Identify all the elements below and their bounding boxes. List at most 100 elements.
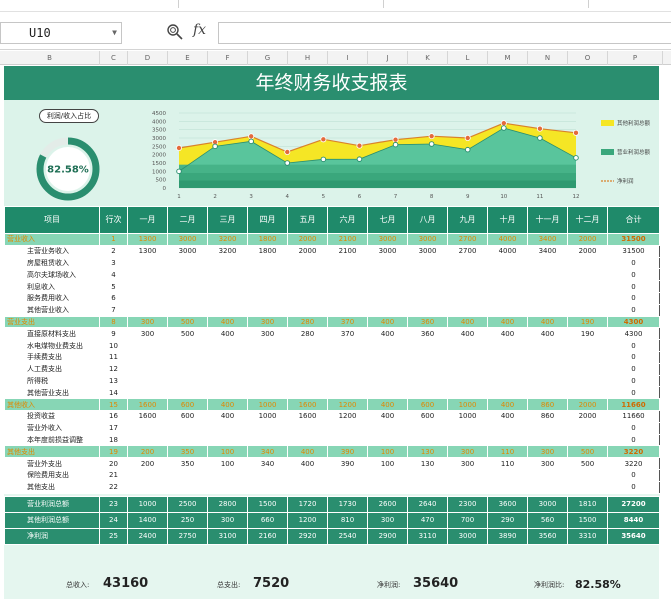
month-value[interactable] [527, 268, 568, 282]
month-value[interactable] [207, 374, 248, 388]
month-value[interactable] [287, 291, 328, 305]
month-value[interactable] [287, 468, 328, 482]
row-total[interactable]: 4300 [607, 327, 660, 341]
month-value[interactable] [247, 268, 288, 282]
month-value[interactable]: 100 [367, 457, 408, 470]
month-value[interactable]: 1000 [447, 409, 488, 423]
month-value[interactable] [567, 350, 608, 364]
row-number[interactable]: 16 [99, 409, 128, 423]
row-number[interactable]: 4 [99, 268, 128, 282]
month-value[interactable] [367, 374, 408, 388]
month-value[interactable]: 110 [487, 445, 528, 459]
month-value[interactable]: 600 [407, 409, 448, 423]
row-label[interactable]: 人工费支出 [4, 362, 100, 376]
month-value[interactable] [287, 386, 328, 400]
month-value[interactable] [287, 374, 328, 388]
month-value[interactable] [327, 362, 368, 376]
month-value[interactable] [447, 421, 488, 435]
month-value[interactable] [407, 386, 448, 400]
month-value[interactable] [207, 433, 248, 447]
row-label[interactable]: 营业外支出 [4, 457, 100, 470]
month-value[interactable] [207, 303, 248, 317]
month-value[interactable]: 2700 [447, 233, 488, 246]
month-value[interactable] [407, 468, 448, 482]
month-value[interactable] [527, 468, 568, 482]
month-value[interactable]: 3000 [447, 527, 488, 545]
row-label[interactable]: 主营业务收入 [4, 244, 100, 258]
row-label[interactable]: 其他营业支出 [4, 386, 100, 400]
month-value[interactable]: 390 [327, 445, 368, 459]
month-value[interactable] [527, 433, 568, 447]
month-value[interactable]: 300 [367, 511, 408, 529]
month-value[interactable]: 2920 [287, 527, 328, 545]
month-value[interactable] [527, 480, 568, 494]
month-value[interactable] [367, 268, 408, 282]
column-header-f[interactable]: F [208, 51, 248, 65]
month-value[interactable] [487, 291, 528, 305]
row-total[interactable]: 0 [607, 480, 660, 494]
month-value[interactable]: 600 [167, 409, 208, 423]
month-value[interactable] [247, 362, 288, 376]
month-value[interactable] [487, 268, 528, 282]
month-value[interactable]: 300 [527, 445, 568, 459]
row-number[interactable]: 18 [99, 433, 128, 447]
month-value[interactable]: 1000 [247, 398, 288, 411]
row-total[interactable]: 8440 [607, 511, 660, 529]
month-value[interactable]: 400 [447, 327, 488, 341]
month-value[interactable] [527, 374, 568, 388]
month-value[interactable] [207, 280, 248, 293]
row-number[interactable]: 2 [99, 244, 128, 258]
month-value[interactable] [407, 350, 448, 364]
month-value[interactable]: 1200 [287, 511, 328, 529]
month-value[interactable]: 400 [487, 409, 528, 423]
month-value[interactable] [207, 421, 248, 435]
row-label[interactable]: 投资收益 [4, 409, 100, 423]
zoom-icon[interactable] [166, 23, 184, 41]
month-value[interactable]: 4000 [487, 233, 528, 246]
month-value[interactable] [527, 339, 568, 352]
month-value[interactable]: 2700 [447, 244, 488, 258]
month-value[interactable]: 300 [527, 457, 568, 470]
month-value[interactable]: 3400 [527, 233, 568, 246]
month-value[interactable]: 1730 [327, 495, 368, 513]
insert-function-icon[interactable]: fx [193, 22, 206, 38]
row-total[interactable]: 31500 [607, 244, 660, 258]
month-value[interactable] [407, 303, 448, 317]
month-value[interactable]: 1800 [247, 244, 288, 258]
month-value[interactable] [447, 350, 488, 364]
month-value[interactable]: 400 [207, 327, 248, 341]
month-value[interactable]: 400 [487, 398, 528, 411]
month-value[interactable]: 3000 [167, 233, 208, 246]
month-value[interactable] [167, 291, 208, 305]
row-total[interactable]: 11660 [607, 398, 660, 411]
month-value[interactable]: 2000 [567, 409, 608, 423]
month-value[interactable] [447, 291, 488, 305]
month-value[interactable] [167, 339, 208, 352]
month-value[interactable]: 2400 [127, 527, 168, 545]
month-value[interactable] [207, 386, 248, 400]
month-value[interactable] [287, 303, 328, 317]
month-value[interactable] [207, 480, 248, 494]
row-total[interactable]: 27200 [607, 495, 660, 513]
month-value[interactable] [527, 386, 568, 400]
month-value[interactable] [567, 280, 608, 293]
month-value[interactable] [447, 303, 488, 317]
month-value[interactable] [247, 280, 288, 293]
month-value[interactable] [207, 468, 248, 482]
month-value[interactable]: 100 [207, 445, 248, 459]
month-value[interactable] [447, 386, 488, 400]
month-value[interactable]: 400 [527, 327, 568, 341]
month-value[interactable] [327, 386, 368, 400]
month-value[interactable]: 300 [127, 327, 168, 341]
month-value[interactable]: 2000 [567, 244, 608, 258]
month-value[interactable] [327, 421, 368, 435]
row-number[interactable]: 13 [99, 374, 128, 388]
month-value[interactable] [487, 339, 528, 352]
month-value[interactable]: 1200 [327, 398, 368, 411]
row-number[interactable]: 9 [99, 327, 128, 341]
month-value[interactable]: 250 [167, 511, 208, 529]
month-value[interactable]: 400 [487, 327, 528, 341]
month-value[interactable] [287, 280, 328, 293]
month-value[interactable]: 860 [527, 398, 568, 411]
month-value[interactable] [247, 386, 288, 400]
